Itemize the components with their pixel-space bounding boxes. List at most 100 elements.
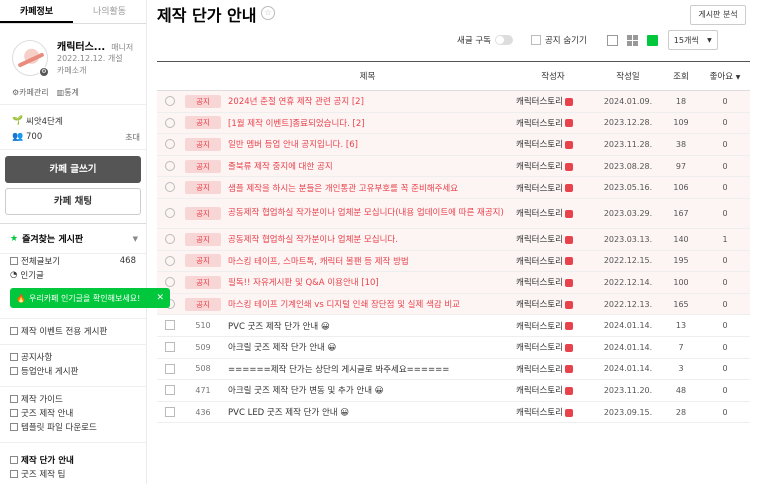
post-author-cell[interactable]: 캐릭터스토리 (512, 155, 594, 178)
row-radio[interactable] (165, 96, 175, 107)
fire-icon: 🔥 (16, 293, 26, 303)
chevron-down-icon[interactable]: ▼ (133, 235, 138, 243)
post-author-cell[interactable]: 캐릭터스토리 (512, 401, 594, 424)
manager-icon (564, 119, 573, 128)
post-title[interactable]: 아크릴 굿즈 제작 단가 변동 및 추가 안내 😀 (223, 379, 512, 402)
page-size-select[interactable]: 15개씩 ▼ (667, 30, 718, 50)
manager-icon (564, 322, 573, 331)
row-radio[interactable] (165, 255, 175, 266)
board-icon (10, 367, 18, 375)
post-author-cell[interactable]: 캐릭터스토리 (512, 90, 594, 113)
post-likes: 0 (700, 112, 750, 135)
table-row: 508 ======제작 단가는 상단의 게시글로 봐주세요====== 캐릭터스토… (157, 358, 750, 381)
menu-item-templates[interactable]: 템플릿 파일 다운로드 (10, 420, 143, 434)
post-title[interactable]: PVC LED 굿즈 제작 단가 안내 😀 (223, 401, 512, 424)
cafe-manage-label: 카페관리 (19, 88, 49, 97)
invite-link[interactable]: 초대 (125, 132, 140, 143)
favorite-star-icon[interactable]: ☆ (261, 6, 275, 20)
cafe-write-button[interactable]: 카페 글쓰기 (5, 156, 141, 183)
menu-item-goods-tips[interactable]: 굿즈 제작 팁 (10, 467, 143, 481)
row-checkbox[interactable] (165, 363, 175, 374)
board-analysis-button[interactable]: 게시판 분석 (690, 5, 746, 25)
favorite-boards-header[interactable]: ★ 즐겨찾는 게시판 ▼ (0, 223, 146, 254)
hide-notice-label[interactable]: 공지 숨기기 (545, 34, 587, 46)
post-author-cell[interactable]: 캐릭터스토리 (512, 379, 594, 402)
list-view-icon[interactable] (646, 34, 658, 46)
cafe-level[interactable]: 씨앗4단계 (26, 115, 63, 127)
table-row: 436 PVC LED 굿즈 제작 단가 안내 😀 캐릭터스토리 2023.09.15… (157, 401, 750, 424)
close-icon[interactable]: ✕ (156, 293, 164, 303)
post-author-cell[interactable]: 캐릭터스토리 (512, 176, 594, 199)
members-icon: 👥 (12, 132, 24, 142)
post-number: 508 (195, 364, 211, 374)
row-checkbox[interactable] (165, 320, 175, 331)
post-author-cell[interactable]: 캐릭터스토리 (512, 250, 594, 273)
post-title[interactable]: 일반 멤버 등업 안내 공지입니다. [6] (223, 133, 512, 156)
cafe-name[interactable]: 캐릭터스... (57, 38, 105, 53)
tab-cafe-info[interactable]: 카페정보 (0, 0, 73, 23)
notice-row: 공지 필독!! 자유게시판 및 Q&A 이용안내 [10] 캐릭터스토리 2022.1… (157, 271, 750, 294)
col-likes[interactable]: 좋아요 ▼ (700, 61, 750, 91)
grid-view-icon[interactable] (626, 34, 638, 46)
post-title[interactable]: 마스킹 테이프, 스마트톡, 캐릭터 볼팬 등 제작 방법 (223, 250, 512, 273)
row-checkbox[interactable] (165, 406, 175, 417)
sort-down-icon: ▼ (735, 74, 741, 81)
menu-item-all-posts[interactable]: 전체글보기 468 (10, 254, 143, 268)
post-author-cell[interactable]: 캐릭터스토리 (512, 293, 594, 316)
row-radio[interactable] (165, 139, 175, 150)
member-count[interactable]: 700 (26, 132, 42, 142)
post-author-cell[interactable]: 캐릭터스토리 (512, 198, 594, 229)
post-title[interactable]: 공동제작 협업하실 작가분이나 업체분 모십니다(내용 업데이트에 따른 재공지… (223, 198, 512, 229)
row-radio[interactable] (165, 182, 175, 193)
post-title[interactable]: 아크릴 굿즈 제작 단가 안내 😀 (223, 336, 512, 359)
stats-link[interactable]: ▥통계 (57, 87, 79, 98)
post-likes: 0 (700, 314, 750, 337)
menu-item-goods-guide[interactable]: 굿즈 제작 안내 (10, 406, 143, 420)
menu-item-levelup[interactable]: 등업안내 게시판 (10, 364, 143, 378)
row-radio[interactable] (165, 160, 175, 171)
album-view-icon[interactable] (606, 34, 618, 46)
board-toolbar: 새글 구독 공지 숨기기 15개씩 ▼ (457, 30, 747, 50)
post-author: 캐릭터스토리 (516, 235, 563, 246)
subscribe-toggle[interactable] (494, 35, 513, 45)
menu-item-label: 굿즈 제작 안내 (21, 409, 74, 419)
row-radio[interactable] (165, 234, 175, 245)
manager-icon (564, 300, 573, 309)
post-author-cell[interactable]: 캐릭터스토리 (512, 133, 594, 156)
post-title[interactable]: 마스킹 테이프 기계인쇄 vs 디지털 인쇄 장단점 및 실제 색감 비교 (223, 293, 512, 316)
post-title[interactable]: [1월 제작 이벤트]종료되었습니다. [2] (223, 112, 512, 135)
post-title[interactable]: 2024년 춘절 연휴 제작 관련 공지 [2] (223, 90, 512, 113)
post-author-cell[interactable]: 캐릭터스토리 (512, 336, 594, 359)
post-title[interactable]: 졸북류 제작 중지에 대한 공지 (223, 155, 512, 178)
menu-item-popular[interactable]: ◔ 인기글 (10, 268, 143, 282)
post-views: 48 (662, 379, 700, 402)
row-radio[interactable] (165, 277, 175, 288)
post-title[interactable]: ======제작 단가는 상단의 게시글로 봐주세요====== (223, 358, 512, 381)
menu-item-guide[interactable]: 제작 가이드 (10, 392, 143, 406)
post-author-cell[interactable]: 캐릭터스토리 (512, 271, 594, 294)
hide-notice-checkbox[interactable] (530, 35, 541, 45)
row-checkbox[interactable] (165, 385, 175, 396)
row-checkbox[interactable] (165, 341, 175, 352)
post-date: 2023.09.15. (594, 401, 662, 424)
popular-posts-toast[interactable]: 🔥 우리카페 인기글을 확인해보세요! ✕ (10, 288, 170, 308)
cafe-intro-link[interactable]: 카페소개 (57, 65, 140, 77)
post-author-cell[interactable]: 캐릭터스토리 (512, 314, 594, 337)
post-title[interactable]: 필독!! 자유게시판 및 Q&A 이용안내 [10] (223, 271, 512, 294)
post-title[interactable]: 공동제작 협업하실 작가분이나 업체분 모십니다. (223, 228, 512, 251)
menu-item-price-guide[interactable]: 제작 단가 안내 (10, 453, 143, 467)
menu-item-notice[interactable]: 공지사항 (10, 350, 143, 364)
post-title[interactable]: 샘플 제작을 하시는 분들은 개인통관 고유부호를 꼭 준비해주세요 (223, 176, 512, 199)
post-author-cell[interactable]: 캐릭터스토리 (512, 228, 594, 251)
post-likes: 0 (700, 379, 750, 402)
page-title: 제작 단가 안내 (157, 6, 257, 25)
row-radio[interactable] (165, 117, 175, 128)
cafe-manage-link[interactable]: ⚙카페관리 (12, 87, 49, 98)
row-radio[interactable] (165, 208, 175, 219)
post-title[interactable]: PVC 굿즈 제작 단가 안내 😀 (223, 314, 512, 337)
menu-item-event-board[interactable]: 제작 이벤트 전용 게시판 (10, 324, 143, 338)
post-author-cell[interactable]: 캐릭터스토리 (512, 358, 594, 381)
cafe-chat-button[interactable]: 카페 채팅 (5, 188, 141, 215)
post-author-cell[interactable]: 캐릭터스토리 (512, 112, 594, 135)
tab-my-activity[interactable]: 나의활동 (73, 0, 146, 23)
